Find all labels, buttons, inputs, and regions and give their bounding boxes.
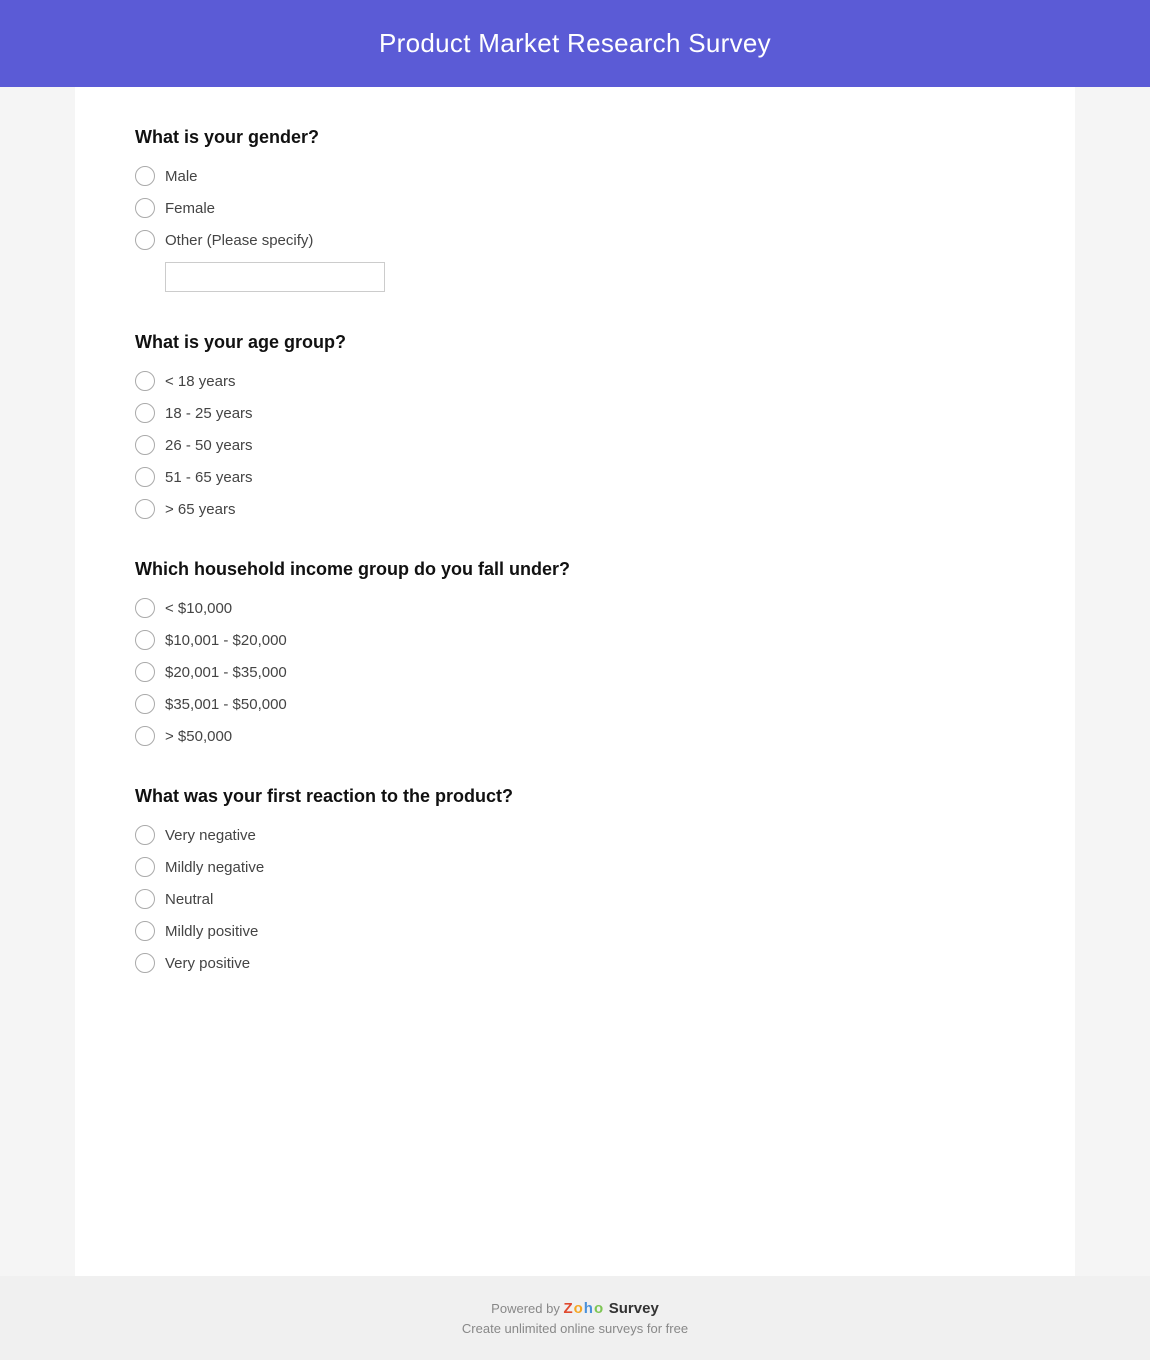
age-label-under18: < 18 years xyxy=(165,373,235,390)
reaction-option-neutral: Neutral xyxy=(135,889,1015,909)
gender-option-female: Female xyxy=(135,198,1015,218)
income-label-under10k: < $10,000 xyxy=(165,600,232,617)
age-radio-18to25[interactable] xyxy=(135,403,155,423)
gender-option-male: Male xyxy=(135,166,1015,186)
age-label-over65: > 65 years xyxy=(165,501,235,518)
reaction-label-mildly-negative: Mildly negative xyxy=(165,859,264,876)
income-radio-10to20k[interactable] xyxy=(135,630,155,650)
income-radio-35to50k[interactable] xyxy=(135,694,155,714)
age-radio-under18[interactable] xyxy=(135,371,155,391)
age-label-26to50: 26 - 50 years xyxy=(165,437,253,454)
zoho-z: Z xyxy=(563,1300,572,1317)
reaction-radio-very-negative[interactable] xyxy=(135,825,155,845)
age-option-26to50: 26 - 50 years xyxy=(135,435,1015,455)
income-option-over50k: > $50,000 xyxy=(135,726,1015,746)
reaction-option-mildly-positive: Mildly positive xyxy=(135,921,1015,941)
age-label-51to65: 51 - 65 years xyxy=(165,469,253,486)
income-option-under10k: < $10,000 xyxy=(135,598,1015,618)
reaction-radio-mildly-positive[interactable] xyxy=(135,921,155,941)
question-reaction: What was your first reaction to the prod… xyxy=(135,786,1015,973)
survey-word: Survey xyxy=(609,1300,659,1317)
reaction-label-very-negative: Very negative xyxy=(165,827,256,844)
income-option-10to20k: $10,001 - $20,000 xyxy=(135,630,1015,650)
reaction-label-neutral: Neutral xyxy=(165,891,213,908)
age-radio-51to65[interactable] xyxy=(135,467,155,487)
income-label-20to35k: $20,001 - $35,000 xyxy=(165,664,287,681)
survey-title: Product Market Research Survey xyxy=(20,28,1130,59)
survey-header: Product Market Research Survey xyxy=(0,0,1150,87)
question-age-label: What is your age group? xyxy=(135,332,1015,353)
reaction-label-mildly-positive: Mildly positive xyxy=(165,923,258,940)
income-label-10to20k: $10,001 - $20,000 xyxy=(165,632,287,649)
reaction-option-very-negative: Very negative xyxy=(135,825,1015,845)
reaction-option-mildly-negative: Mildly negative xyxy=(135,857,1015,877)
reaction-label-very-positive: Very positive xyxy=(165,955,250,972)
income-label-35to50k: $35,001 - $50,000 xyxy=(165,696,287,713)
income-radio-under10k[interactable] xyxy=(135,598,155,618)
gender-option-other: Other (Please specify) xyxy=(135,230,1015,250)
age-option-under18: < 18 years xyxy=(135,371,1015,391)
question-reaction-label: What was your first reaction to the prod… xyxy=(135,786,1015,807)
age-label-18to25: 18 - 25 years xyxy=(165,405,253,422)
income-option-35to50k: $35,001 - $50,000 xyxy=(135,694,1015,714)
zoho-o1: o xyxy=(574,1300,583,1317)
gender-label-male: Male xyxy=(165,168,198,185)
question-gender: What is your gender? Male Female Other (… xyxy=(135,127,1015,292)
age-option-18to25: 18 - 25 years xyxy=(135,403,1015,423)
age-radio-26to50[interactable] xyxy=(135,435,155,455)
age-option-51to65: 51 - 65 years xyxy=(135,467,1015,487)
gender-radio-other[interactable] xyxy=(135,230,155,250)
reaction-radio-mildly-negative[interactable] xyxy=(135,857,155,877)
gender-other-input[interactable] xyxy=(165,262,385,292)
zoho-o2: o xyxy=(594,1300,603,1317)
zoho-h: h xyxy=(584,1300,593,1317)
income-radio-20to35k[interactable] xyxy=(135,662,155,682)
income-option-20to35k: $20,001 - $35,000 xyxy=(135,662,1015,682)
age-option-over65: > 65 years xyxy=(135,499,1015,519)
age-radio-over65[interactable] xyxy=(135,499,155,519)
zoho-logo: Zoho xyxy=(563,1300,603,1317)
income-label-over50k: > $50,000 xyxy=(165,728,232,745)
question-income-label: Which household income group do you fall… xyxy=(135,559,1015,580)
survey-body: What is your gender? Male Female Other (… xyxy=(75,87,1075,1276)
footer-powered-text: Powered by Zoho Survey xyxy=(20,1300,1130,1317)
gender-label-female: Female xyxy=(165,200,215,217)
footer: Powered by Zoho Survey Create unlimited … xyxy=(0,1276,1150,1360)
gender-radio-male[interactable] xyxy=(135,166,155,186)
reaction-radio-very-positive[interactable] xyxy=(135,953,155,973)
footer-sub-text: Create unlimited online surveys for free xyxy=(20,1321,1130,1336)
gender-radio-female[interactable] xyxy=(135,198,155,218)
question-age: What is your age group? < 18 years 18 - … xyxy=(135,332,1015,519)
reaction-radio-neutral[interactable] xyxy=(135,889,155,909)
reaction-option-very-positive: Very positive xyxy=(135,953,1015,973)
gender-label-other: Other (Please specify) xyxy=(165,232,313,249)
question-income: Which household income group do you fall… xyxy=(135,559,1015,746)
income-radio-over50k[interactable] xyxy=(135,726,155,746)
question-gender-label: What is your gender? xyxy=(135,127,1015,148)
